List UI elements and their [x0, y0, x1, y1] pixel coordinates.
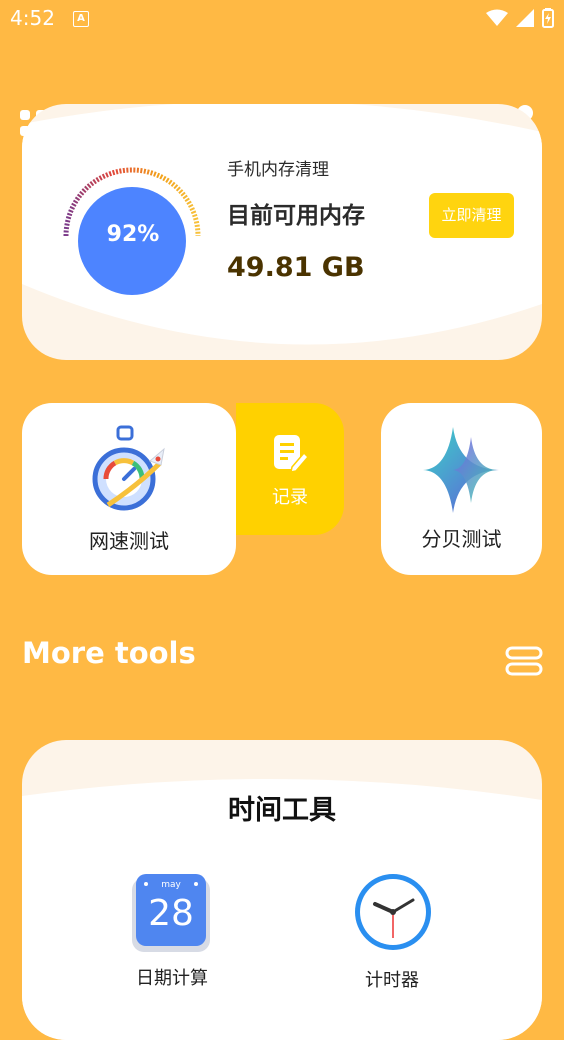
- speed-test-card[interactable]: 网速测试: [22, 403, 236, 575]
- memory-value: 49.81 GB: [227, 252, 365, 283]
- signal-icon: [516, 9, 534, 27]
- status-icons: [486, 6, 554, 30]
- notification-a-icon: A: [73, 11, 89, 27]
- status-time: 4:52: [10, 6, 55, 30]
- timer-label: 计时器: [365, 970, 419, 991]
- battery-icon: [542, 8, 554, 28]
- decibel-test-card[interactable]: 分贝测试: [381, 403, 542, 575]
- card-background-wave: [22, 778, 542, 1040]
- time-tools-title: 时间工具: [228, 795, 336, 826]
- speed-test-label: 网速测试: [89, 529, 169, 553]
- speedometer-rocket-icon: [92, 425, 165, 511]
- calendar-month: may: [161, 880, 181, 890]
- memory-clean-card[interactable]: 92% 手机内存清理 目前可用内存 49.81 GB 立即清理: [22, 104, 542, 360]
- soundwave-icon: [423, 427, 499, 513]
- more-tools-title: More tools: [22, 636, 196, 670]
- memory-percent: 92%: [106, 222, 160, 247]
- memory-subtitle: 目前可用内存: [227, 203, 365, 229]
- record-button[interactable]: 记录: [236, 403, 344, 535]
- calendar-day: 28: [148, 893, 194, 934]
- date-calc-label: 日期计算: [136, 968, 208, 989]
- list-view-icon[interactable]: [505, 646, 543, 676]
- note-edit-icon: [274, 435, 308, 473]
- clock-icon[interactable]: [351, 870, 435, 954]
- clean-now-button[interactable]: 立即清理: [429, 193, 514, 238]
- calendar-icon[interactable]: may 28: [130, 874, 214, 954]
- decibel-test-label: 分贝测试: [421, 527, 502, 551]
- time-tools-card: 时间工具 may 28 日期计算 计时器: [22, 740, 542, 1040]
- record-label: 记录: [272, 487, 308, 508]
- wifi-icon: [486, 9, 508, 26]
- memory-title: 手机内存清理: [227, 160, 329, 180]
